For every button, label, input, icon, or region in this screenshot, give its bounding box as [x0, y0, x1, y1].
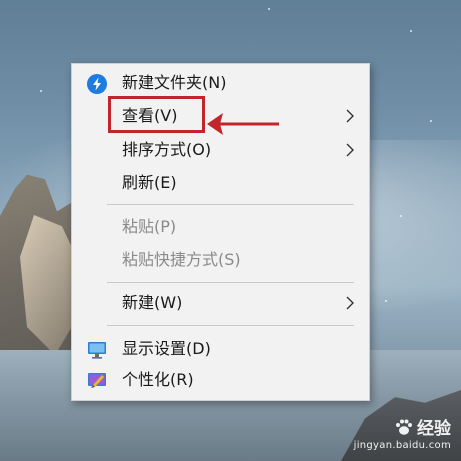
menu-item-new-folder[interactable]: 新建文件夹(N) — [72, 68, 369, 98]
menu-item-paste-shortcut[interactable]: 粘贴快捷方式(S) — [72, 245, 369, 275]
menu-item-paste[interactable]: 粘贴(P) — [72, 212, 369, 242]
annotation-highlight-box — [108, 96, 205, 133]
menu-item-refresh[interactable]: 刷新(E) — [72, 168, 369, 198]
menu-item-label: 粘贴快捷方式(S) — [122, 250, 241, 269]
watermark-brand: 经验 — [417, 419, 451, 439]
star — [430, 120, 432, 122]
chevron-right-icon — [346, 296, 354, 310]
menu-item-sort-by[interactable]: 排序方式(O) — [72, 135, 369, 165]
menu-item-label: 新建(W) — [122, 293, 183, 312]
star — [400, 215, 402, 217]
menu-item-label: 粘贴(P) — [122, 217, 177, 236]
menu-item-new[interactable]: 新建(W) — [72, 288, 369, 318]
menu-item-label: 个性化(R) — [122, 370, 194, 389]
menu-item-personalize[interactable]: 个性化(R) — [72, 365, 369, 395]
menu-separator — [107, 325, 354, 326]
menu-separator — [107, 204, 354, 205]
watermark-url: jingyan.baidu.com — [353, 440, 451, 451]
star — [268, 8, 270, 10]
menu-item-label: 刷新(E) — [122, 173, 177, 192]
chevron-right-icon — [346, 143, 354, 157]
new-folder-blue-icon — [87, 74, 107, 94]
menu-item-label: 新建文件夹(N) — [122, 73, 227, 92]
annotation-arrow-icon — [207, 113, 279, 135]
menu-separator — [107, 282, 354, 283]
star — [40, 90, 42, 92]
menu-item-label: 排序方式(O) — [122, 140, 212, 159]
menu-item-display-settings[interactable]: 显示设置(D) — [72, 334, 369, 364]
display-settings-icon — [88, 342, 106, 359]
chevron-right-icon — [346, 109, 354, 123]
baidu-paw-icon — [396, 419, 412, 435]
star — [410, 30, 412, 32]
baidu-jingyan-watermark: 经验 jingyan.baidu.com — [354, 414, 451, 451]
star — [385, 300, 387, 302]
personalize-icon — [88, 373, 106, 388]
menu-item-label: 显示设置(D) — [122, 339, 211, 358]
